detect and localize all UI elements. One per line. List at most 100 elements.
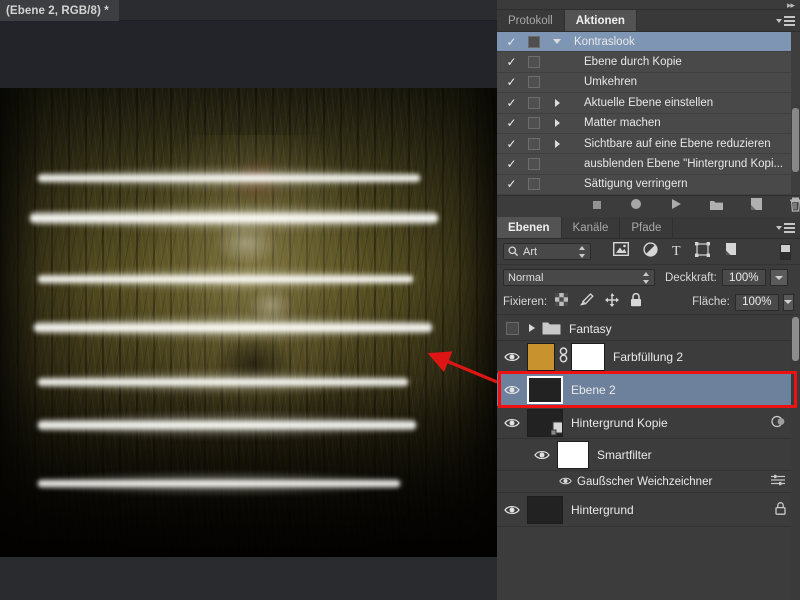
layer-visibility-eye-icon[interactable] [497, 504, 527, 516]
action-row[interactable]: ✓ Sättigung verringern [497, 175, 800, 195]
smartfilter-visibility-eye-icon[interactable] [559, 475, 572, 489]
action-row[interactable]: ✓ ausblenden Ebene "Hintergrund Kopi... [497, 154, 800, 175]
link-chain-icon[interactable] [555, 347, 571, 366]
layer-thumbnail[interactable] [527, 375, 563, 404]
blend-options-icon[interactable] [770, 474, 786, 489]
action-expander[interactable] [540, 119, 574, 128]
filter-type-icon[interactable]: T [672, 244, 681, 260]
layer-list[interactable]: Fantasy Farbfüllung 2 Ebene 2 Hintergrund K… [497, 317, 800, 600]
action-dialog-toggle-box[interactable] [528, 158, 540, 171]
layer-visibility-eye-icon[interactable] [527, 449, 557, 461]
action-expander[interactable] [540, 139, 574, 148]
lock-all-icon[interactable] [630, 292, 642, 312]
layer-row[interactable]: Hintergrund Kopie [497, 407, 800, 439]
action-enabled-checkmark[interactable]: ✓ [497, 76, 526, 88]
lock-image-icon[interactable] [579, 292, 594, 312]
opacity-dropdown-button[interactable] [769, 269, 788, 286]
action-dialog-toggle-box[interactable] [528, 56, 540, 69]
layer-row[interactable]: Fantasy [497, 317, 800, 341]
action-row-label: Ebene durch Kopie [584, 56, 682, 69]
light-stripe [32, 266, 419, 292]
play-button[interactable] [669, 197, 683, 216]
tab-aktionen[interactable]: Aktionen [564, 10, 637, 31]
layer-row[interactable]: Gaußscher Weichzeichner [497, 471, 800, 493]
blend-mode-select[interactable]: Normal [503, 269, 655, 286]
layers-panel-menu-icon[interactable] [776, 222, 795, 233]
document-tab[interactable]: (Ebene 2, RGB/8) * [0, 0, 119, 21]
group-expander-icon[interactable] [527, 322, 536, 336]
action-expander[interactable] [540, 39, 574, 45]
image-canvas[interactable] [0, 88, 497, 557]
fx-filter-icon[interactable] [771, 415, 786, 431]
layer-visibility-eye-icon[interactable] [497, 417, 527, 429]
filter-smartobject-icon[interactable] [724, 242, 739, 262]
action-row[interactable]: ✓ Aktuelle Ebene einstellen [497, 93, 800, 114]
layer-row[interactable]: Farbfüllung 2 [497, 341, 800, 373]
lock-position-icon[interactable] [605, 292, 620, 312]
action-dialog-toggle-box[interactable] [528, 137, 540, 150]
action-enabled-checkmark[interactable]: ✓ [497, 56, 526, 68]
action-row[interactable]: ✓ Matter machen [497, 114, 800, 134]
actions-scrollbar-thumb[interactable] [792, 108, 799, 172]
layer-filter-kind-select[interactable]: Art [503, 243, 591, 260]
layer-row[interactable]: Smartfilter [497, 439, 800, 471]
action-enabled-checkmark[interactable]: ✓ [497, 117, 526, 129]
filter-shape-icon[interactable] [694, 241, 710, 262]
new-action-button[interactable] [750, 197, 763, 216]
light-stripe [32, 369, 414, 395]
lock-transparency-icon[interactable] [555, 293, 569, 311]
chevron-down-icon [784, 300, 793, 304]
padlock-icon[interactable] [775, 501, 786, 518]
layer-visibility-empty[interactable] [497, 322, 527, 335]
stop-button[interactable] [591, 198, 603, 216]
eye-icon [504, 352, 520, 361]
actions-panel-menu-icon[interactable] [776, 15, 795, 26]
layer-thumbnail[interactable] [527, 495, 563, 524]
action-row[interactable]: ✓ Sichtbare auf eine Ebene reduzieren [497, 134, 800, 155]
tab-pfade[interactable]: Pfade [620, 217, 674, 238]
layer-row[interactable]: Hintergrund [497, 493, 800, 527]
action-row[interactable]: ✓ Umkehren [497, 73, 800, 94]
layer-visibility-eye-icon[interactable] [497, 384, 527, 396]
action-dialog-toggle-box[interactable] [528, 76, 540, 89]
eye-icon [534, 450, 550, 459]
layer-scrollbar[interactable] [791, 317, 800, 600]
filter-adjustment-icon[interactable] [643, 241, 658, 262]
double-chevron-right-icon[interactable]: ▸▸ [787, 0, 795, 10]
tab-ebenen[interactable]: Ebenen [497, 217, 562, 238]
fill-color-swatch[interactable] [527, 342, 555, 371]
record-button[interactable] [629, 197, 643, 216]
tab-kanaele[interactable]: Kanäle [561, 217, 621, 238]
action-row[interactable]: ✓ Ebene durch Kopie [497, 52, 800, 73]
layer-thumbnail[interactable] [527, 408, 563, 437]
new-set-button[interactable] [709, 198, 724, 216]
actions-scrollbar[interactable] [791, 32, 800, 195]
action-enabled-checkmark[interactable]: ✓ [497, 97, 526, 109]
panel-collapse-bar[interactable]: ▸▸ [497, 0, 800, 10]
document-tab-label: (Ebene 2, RGB/8) * [6, 4, 109, 17]
action-enabled-checkmark[interactable]: ✓ [497, 158, 526, 170]
delete-button[interactable] [789, 197, 800, 217]
action-enabled-checkmark[interactable]: ✓ [497, 138, 526, 150]
filter-pixel-icon[interactable] [612, 241, 630, 261]
fill-dropdown-button[interactable] [782, 293, 794, 311]
layer-visibility-eye-icon[interactable] [497, 351, 527, 363]
opacity-input[interactable]: 100% [721, 269, 766, 286]
actions-list[interactable]: ✓ Kontraslook ✓ Ebene durch Kopie ✓ Umkehren ✓… [497, 32, 800, 195]
layer-scrollbar-thumb[interactable] [792, 317, 799, 361]
tab-protokoll[interactable]: Protokoll [497, 10, 565, 31]
action-enabled-checkmark[interactable]: ✓ [497, 178, 526, 190]
layer-row-selected[interactable]: Ebene 2 [497, 373, 800, 407]
layer-mask-thumbnail[interactable] [571, 342, 605, 371]
action-dialog-toggle-box[interactable] [528, 117, 540, 130]
action-dialog-toggle-box[interactable] [528, 178, 540, 191]
fill-input[interactable]: 100% [734, 293, 779, 311]
smartfilter-mask-thumbnail[interactable] [557, 440, 589, 469]
action-expander[interactable] [540, 98, 574, 107]
action-row[interactable]: ✓ Kontraslook [497, 32, 800, 53]
action-enabled-checkmark[interactable]: ✓ [497, 36, 526, 48]
action-dialog-toggle-box[interactable] [528, 96, 540, 109]
action-dialog-toggle-box[interactable] [528, 35, 540, 48]
filter-enable-toggle[interactable] [780, 244, 791, 260]
layer-name: Fantasy [569, 321, 612, 336]
